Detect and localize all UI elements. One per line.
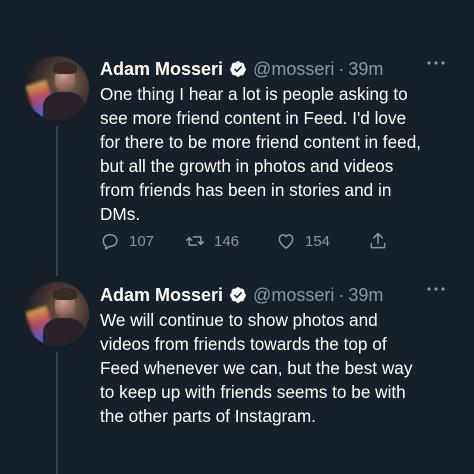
- author-name[interactable]: Adam Mosseri: [100, 285, 223, 306]
- tweet-actions: 107 146 154: [100, 230, 400, 252]
- timestamp[interactable]: 39m: [348, 59, 383, 80]
- tweet-text: One thing I hear a lot is people asking …: [100, 84, 422, 224]
- avatar-shoulders: [43, 92, 85, 120]
- share-icon: [370, 232, 386, 249]
- separator-dot: ·: [338, 284, 345, 305]
- thread-line: [56, 126, 58, 276]
- separator-dot: ·: [338, 58, 345, 79]
- author-handle[interactable]: @mosseri: [253, 59, 334, 80]
- avatar-hair: [53, 288, 77, 300]
- avatar-hair: [53, 62, 77, 74]
- tweet[interactable]: Adam Mosseri @mosseri · 39m One thing I …: [0, 44, 474, 276]
- retweet-button[interactable]: 146: [185, 230, 239, 252]
- heart-icon: [278, 234, 294, 249]
- reply-icon: [102, 234, 118, 250]
- more-dots-icon[interactable]: [426, 286, 446, 292]
- author-name[interactable]: Adam Mosseri: [100, 59, 223, 80]
- share-button[interactable]: [368, 230, 388, 252]
- reply-button[interactable]: 107: [100, 230, 154, 252]
- avatar-shoulders: [43, 318, 85, 346]
- tweet-header: Adam Mosseri @mosseri · 39m: [100, 56, 460, 82]
- reply-count: 107: [129, 232, 155, 250]
- thread-line: [56, 352, 58, 474]
- tweet[interactable]: Adam Mosseri @mosseri · 39m We will cont…: [0, 270, 474, 474]
- tweet-header: Adam Mosseri @mosseri · 39m: [100, 282, 460, 308]
- retweet-count: 146: [214, 232, 240, 250]
- like-count: 154: [305, 232, 331, 250]
- tweet-text: We will continue to show photos and vide…: [100, 310, 413, 426]
- verified-badge-icon: [230, 287, 246, 303]
- avatar[interactable]: [25, 56, 89, 120]
- verified-badge-icon: [230, 61, 246, 77]
- avatar[interactable]: [25, 282, 89, 346]
- timestamp[interactable]: 39m: [348, 285, 383, 306]
- more-dots-icon[interactable]: [426, 60, 446, 66]
- like-button[interactable]: 154: [276, 230, 330, 252]
- author-handle[interactable]: @mosseri: [253, 285, 334, 306]
- retweet-icon: [185, 236, 205, 246]
